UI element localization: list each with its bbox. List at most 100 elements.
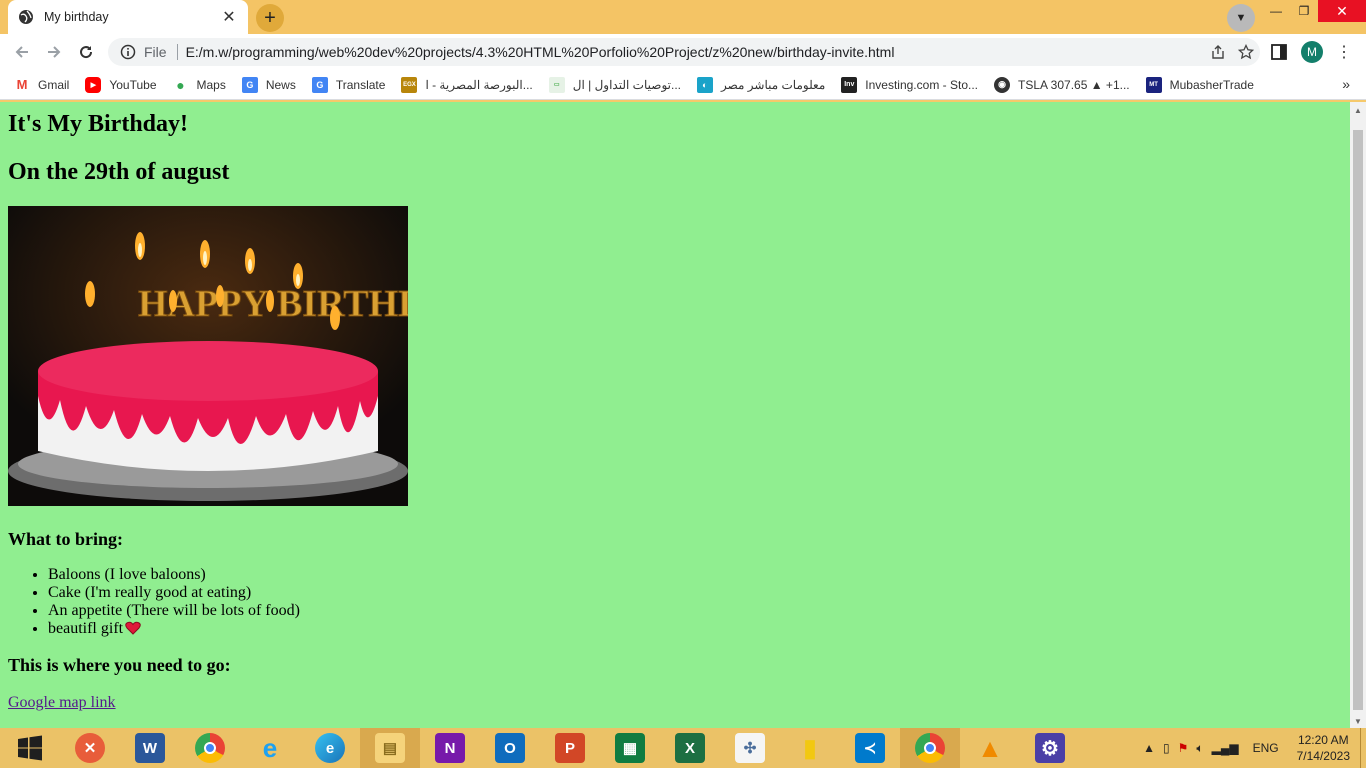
investing-icon: Inv	[841, 76, 858, 93]
bookmark-gmail[interactable]: M Gmail	[14, 77, 70, 93]
bookmark-maps[interactable]: ● Maps	[173, 77, 226, 93]
taskbar-powerpoint[interactable]: P	[540, 728, 600, 768]
word-icon: W	[135, 733, 165, 763]
bookmark-news[interactable]: G News	[241, 76, 296, 93]
powerpoint-icon: P	[555, 733, 585, 763]
taskbar-project[interactable]: ▦	[600, 728, 660, 768]
x-app-icon: ✕	[75, 733, 105, 763]
taskbar-vlc[interactable]: ▲	[960, 728, 1020, 768]
taskbar-excel[interactable]: X	[660, 728, 720, 768]
vscode-icon: ≺	[855, 733, 885, 763]
browser-toolbar: File E:/m.w/programming/web%20dev%20proj…	[0, 34, 1366, 70]
egx-icon: EGX	[401, 76, 418, 93]
bookmark-recommendations[interactable]: ▭ توصيات التداول | ال...	[548, 76, 681, 93]
url-text[interactable]: E:/m.w/programming/web%20dev%20projects/…	[186, 44, 1204, 60]
translate-icon: G	[311, 76, 328, 93]
url-scheme: File	[144, 44, 167, 60]
taskbar-tableau[interactable]: ✣	[720, 728, 780, 768]
clock-time: 12:20 AM	[1297, 733, 1349, 747]
taskbar-word[interactable]: W	[120, 728, 180, 768]
page-content: It's My Birthday! On the 29th of august …	[0, 102, 1350, 728]
bring-heading: What to bring:	[8, 529, 124, 549]
taskbar-onenote[interactable]: N	[420, 728, 480, 768]
forward-button[interactable]	[42, 40, 66, 64]
bookmark-mubashertrade[interactable]: MT MubasherTrade	[1145, 76, 1254, 93]
language-indicator[interactable]: ENG	[1253, 741, 1279, 755]
taskbar-internet-explorer[interactable]: e	[240, 728, 300, 768]
share-icon[interactable]	[1204, 44, 1232, 60]
windows-logo-icon	[18, 735, 42, 761]
scrollbar-thumb[interactable]	[1353, 130, 1363, 710]
taskbar-chrome-profile[interactable]	[900, 728, 960, 768]
tab-search-button[interactable]: ▼	[1227, 4, 1255, 32]
reload-button[interactable]	[74, 40, 98, 64]
list-item: Cake (I'm really good at eating)	[48, 584, 1342, 602]
bookmark-label: News	[265, 77, 296, 92]
bookmark-label: Translate	[335, 77, 386, 92]
bookmark-mubasher[interactable]: ◐ معلومات مباشر مصر	[697, 76, 825, 93]
bookmark-label: البورصة المصرية - ا...	[425, 77, 533, 92]
show-desktop-button[interactable]	[1360, 728, 1366, 768]
onenote-icon: N	[435, 733, 465, 763]
show-hidden-icons[interactable]: ▲	[1143, 741, 1155, 755]
more-bookmarks-icon[interactable]: »	[1342, 76, 1350, 92]
site-icon: ▭	[548, 76, 565, 93]
list-item: Baloons (I love baloons)	[48, 566, 1342, 584]
speaker-icon[interactable]: 🔈︎	[1196, 741, 1203, 756]
globe-icon: ◉	[994, 76, 1010, 93]
start-button[interactable]	[0, 728, 60, 768]
taskbar-edge[interactable]: e	[300, 728, 360, 768]
taskbar-file-explorer[interactable]: ▤	[360, 728, 420, 768]
profile-avatar[interactable]: M	[1301, 41, 1323, 63]
taskbar-outlook[interactable]: O	[480, 728, 540, 768]
taskbar-chrome[interactable]	[180, 728, 240, 768]
close-window-button[interactable]: ✕	[1318, 0, 1366, 22]
internet-explorer-icon: e	[262, 732, 278, 763]
new-tab-button[interactable]: +	[256, 4, 284, 32]
scroll-up-icon[interactable]: ▲	[1353, 106, 1363, 115]
bookmark-star-icon[interactable]	[1232, 44, 1260, 60]
tab-title: My birthday	[44, 10, 109, 24]
bookmark-label: Investing.com - Sto...	[865, 77, 978, 92]
network-warning-icon[interactable]: ⚑	[1178, 741, 1189, 755]
google-map-link[interactable]: Google map link	[8, 694, 116, 712]
bookmark-tsla[interactable]: ◉ TSLA 307.65 ▲ +1...	[994, 76, 1130, 93]
device-icon[interactable]: ▯	[1163, 741, 1170, 755]
taskbar-vscode[interactable]: ≺	[840, 728, 900, 768]
taskbar-settings[interactable]: ⚙	[1020, 728, 1080, 768]
bookmark-youtube[interactable]: ▶ YouTube	[85, 76, 157, 93]
settings-gear-icon: ⚙	[1035, 733, 1065, 763]
side-panel-icon[interactable]	[1270, 43, 1288, 66]
taskbar-x-app[interactable]: ✕	[60, 728, 120, 768]
list-item: An appetite (There will be lots of food)	[48, 602, 1342, 620]
maps-icon: ●	[176, 76, 185, 93]
address-bar[interactable]: File E:/m.w/programming/web%20dev%20proj…	[108, 38, 1260, 66]
system-tray: ▲ ▯ ⚑ 🔈︎ ▂▄▆ ENG 12:20 AM 7/14/2023	[1139, 728, 1366, 768]
back-button[interactable]	[10, 40, 34, 64]
bookmark-label: Gmail	[38, 77, 70, 92]
page-scrollbar[interactable]: ▲ ▼	[1350, 102, 1366, 728]
bookmark-egx[interactable]: EGX البورصة المصرية - ا...	[401, 76, 533, 93]
signal-icon[interactable]: ▂▄▆	[1212, 741, 1239, 755]
heart-icon	[125, 621, 141, 635]
directions-heading: This is where you need to go:	[8, 655, 231, 675]
kebab-menu-icon[interactable]: ⋮	[1336, 42, 1352, 62]
bookmark-label: توصيات التداول | ال...	[572, 77, 681, 92]
bookmark-investing[interactable]: Inv Investing.com - Sto...	[841, 76, 978, 93]
outlook-icon: O	[495, 733, 525, 763]
folder-icon: ▤	[375, 733, 405, 763]
taskbar-power-bi[interactable]: ▮	[780, 728, 840, 768]
chrome-profile-icon	[915, 733, 945, 763]
list-item-gift: beautifl gift	[48, 620, 1342, 638]
youtube-icon: ▶	[85, 76, 102, 93]
clock[interactable]: 12:20 AM 7/14/2023	[1297, 732, 1350, 764]
bookmark-translate[interactable]: G Translate	[311, 76, 386, 93]
scroll-down-icon[interactable]: ▼	[1353, 717, 1363, 726]
info-icon[interactable]	[120, 44, 136, 60]
tab-my-birthday[interactable]: My birthday ✕	[8, 0, 248, 34]
globe-icon	[19, 10, 33, 24]
tableau-icon: ✣	[735, 733, 765, 763]
vlc-icon: ▲	[977, 732, 1003, 763]
news-icon: G	[241, 76, 258, 93]
close-tab-icon[interactable]: ✕	[220, 7, 238, 27]
